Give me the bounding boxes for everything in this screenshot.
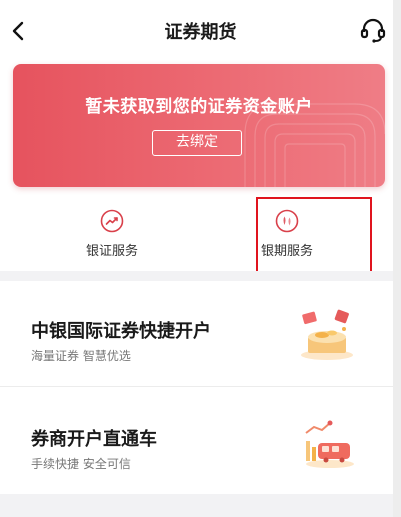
- card-divider: [0, 386, 401, 387]
- card-broker-direct-train[interactable]: 券商开户直通车 手续快捷 安全可信: [0, 389, 401, 494]
- bind-account-button[interactable]: 去绑定: [152, 130, 242, 156]
- gift-box-illustration: [301, 309, 353, 360]
- card-title: 中银国际证券快捷开户: [31, 321, 211, 342]
- train-chart-illustration: [305, 420, 354, 468]
- page-title: 证券期货: [164, 22, 237, 43]
- top-nav-bar: 证券期货: [0, 0, 401, 62]
- banner-message: 暂未获取到您的证券资金账户: [85, 97, 313, 117]
- section-divider: [0, 271, 401, 281]
- service-bank-securities[interactable]: 银证服务: [37, 200, 187, 270]
- card-subtitle: 手续快捷 安全可信: [31, 457, 131, 471]
- card-quick-account-opening[interactable]: 中银国际证券快捷开户 海量证券 智慧优选: [0, 281, 401, 386]
- selection-highlight-box: [256, 197, 372, 277]
- trend-icon: [100, 209, 124, 233]
- card-title: 券商开户直通车: [31, 429, 157, 450]
- section-divider: [0, 494, 401, 517]
- banner-pattern: [244, 103, 385, 187]
- service-label: 银证服务: [85, 244, 138, 259]
- account-banner: 暂未获取到您的证券资金账户 去绑定: [13, 64, 385, 187]
- scrollbar-track: [393, 0, 401, 517]
- headset-icon[interactable]: [359, 17, 387, 45]
- card-subtitle: 海量证券 智慧优选: [31, 349, 131, 363]
